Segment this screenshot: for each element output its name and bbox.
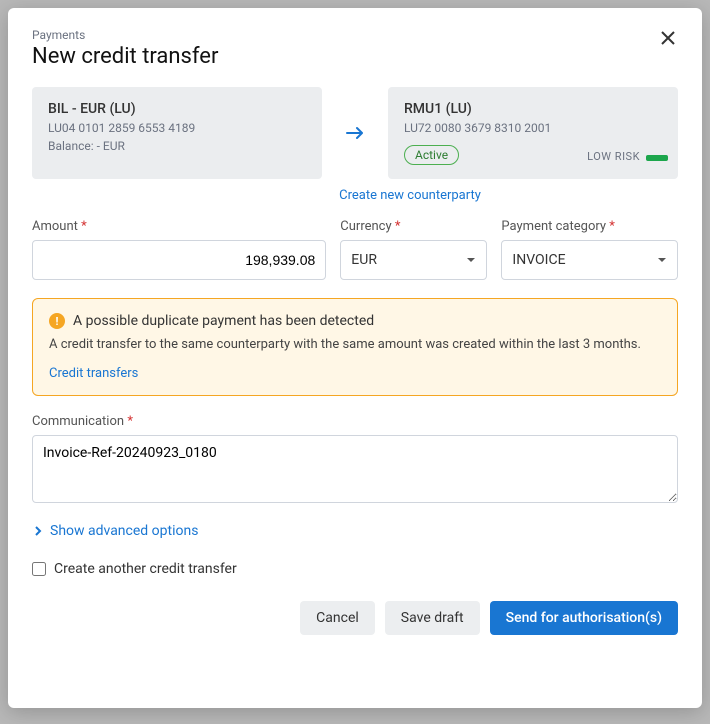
transfer-arrow <box>340 122 370 144</box>
risk-label: LOW RISK <box>587 150 640 163</box>
alert-link[interactable]: Credit transfers <box>49 366 138 381</box>
communication-input[interactable] <box>32 435 678 503</box>
from-account-name: BIL - EUR (LU) <box>48 101 306 117</box>
risk-indicator-icon <box>646 155 668 161</box>
communication-label: Communication * <box>32 414 678 429</box>
close-icon <box>660 30 676 46</box>
duplicate-alert: ! A possible duplicate payment has been … <box>32 298 678 396</box>
warning-icon: ! <box>49 313 65 329</box>
arrow-right-icon <box>344 122 366 144</box>
from-account-balance: Balance: - EUR <box>48 139 306 153</box>
save-draft-button[interactable]: Save draft <box>385 601 480 635</box>
from-account-card[interactable]: BIL - EUR (LU) LU04 0101 2859 6553 4189 … <box>32 87 322 179</box>
currency-label: Currency * <box>340 219 487 234</box>
amount-label: Amount * <box>32 219 326 234</box>
from-account-iban: LU04 0101 2859 6553 4189 <box>48 121 306 135</box>
to-account-card[interactable]: RMU1 (LU) LU72 0080 3679 8310 2001 Activ… <box>388 87 678 179</box>
create-counterparty-link[interactable]: Create new counterparty <box>339 188 481 203</box>
chevron-right-icon <box>32 525 44 537</box>
alert-body: A credit transfer to the same counterpar… <box>49 335 661 355</box>
to-account-iban: LU72 0080 3679 8310 2001 <box>404 121 662 135</box>
show-advanced-toggle[interactable]: Show advanced options <box>32 523 678 539</box>
create-another-checkbox-row[interactable]: Create another credit transfer <box>32 561 678 577</box>
category-select[interactable]: INVOICE <box>501 240 678 280</box>
to-account-name: RMU1 (LU) <box>404 101 662 117</box>
page-title: New credit transfer <box>32 44 678 69</box>
footer-actions: Cancel Save draft Send for authorisation… <box>32 601 678 635</box>
accounts-row: BIL - EUR (LU) LU04 0101 2859 6553 4189 … <box>32 87 678 179</box>
alert-title: A possible duplicate payment has been de… <box>73 313 374 329</box>
fields-row: Amount * Currency * EUR Payment category… <box>32 219 678 280</box>
status-badge: Active <box>404 145 459 165</box>
credit-transfer-modal: Payments New credit transfer BIL - EUR (… <box>8 8 702 708</box>
create-another-checkbox[interactable] <box>32 562 46 576</box>
cancel-button[interactable]: Cancel <box>300 601 375 635</box>
close-button[interactable] <box>656 26 680 50</box>
category-label: Payment category * <box>501 219 678 234</box>
chevron-down-icon <box>466 255 476 265</box>
chevron-down-icon <box>657 255 667 265</box>
send-button[interactable]: Send for authorisation(s) <box>490 601 678 635</box>
currency-select[interactable]: EUR <box>340 240 487 280</box>
breadcrumb: Payments <box>32 28 678 42</box>
amount-input[interactable] <box>32 240 326 280</box>
create-another-label: Create another credit transfer <box>54 561 237 577</box>
